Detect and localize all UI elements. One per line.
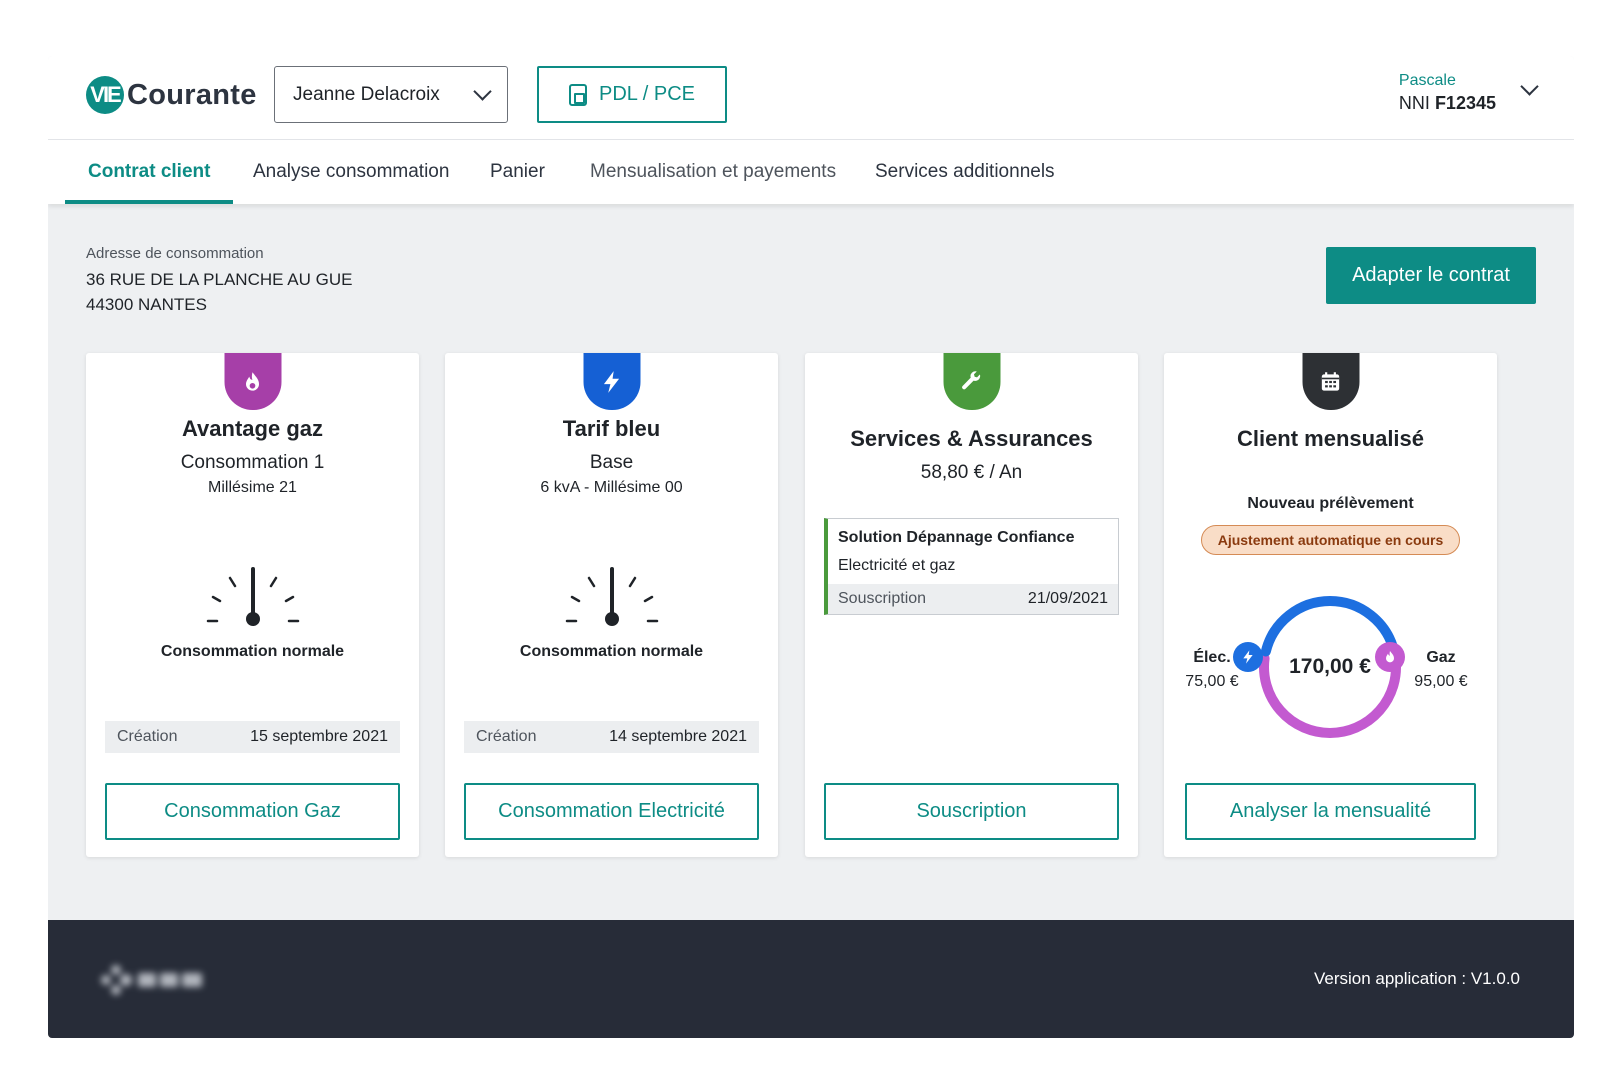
status-badge: Ajustement automatique en cours — [1201, 525, 1460, 555]
card-title: Avantage gaz — [181, 416, 323, 441]
card-title: Services & Assurances — [850, 426, 1093, 451]
souscription-button[interactable]: Souscription — [824, 783, 1119, 840]
brand-mark: VIE — [86, 76, 124, 114]
address-line1: 36 RUE DE LA PLANCHE AU GUE — [86, 270, 353, 289]
tab-analyse-consommation[interactable]: Analyse consommation — [230, 140, 472, 204]
consumption-gauge-icon — [206, 567, 299, 626]
meter-icon — [569, 83, 588, 106]
gauge-label: Consommation normale — [519, 643, 704, 660]
app-frame: VIE Courante Jeanne Delacroix PDL / PCE … — [48, 56, 1574, 1038]
service-item[interactable]: Solution Dépannage Confiance Electricité… — [824, 518, 1119, 615]
subscription-key: Souscription — [838, 590, 927, 607]
card-client-mensualise: Client mensualisé Nouveau prélèvement Aj… — [1164, 353, 1497, 857]
tab-mensualisation[interactable]: Mensualisation et payements — [567, 140, 859, 204]
tab-panier[interactable]: Panier — [467, 140, 568, 204]
gas-marker — [1375, 642, 1405, 672]
tab-label: Contrat client — [88, 161, 211, 182]
footer: Version application : V1.0.0 — [48, 920, 1574, 1038]
card-detail: 6 kvA - Millésime 00 — [540, 479, 683, 496]
pdl-pce-label: PDL / PCE — [599, 83, 695, 105]
legend-gas-value: 95,00 € — [1414, 673, 1468, 690]
card-title: Client mensualisé — [1236, 426, 1425, 451]
legend-elec: Élec. 75,00 € — [1184, 649, 1240, 691]
card-subtitle: Consommation 1 — [180, 452, 325, 473]
address-label: Adresse de consommation — [86, 245, 264, 262]
flame-icon — [1386, 651, 1394, 663]
user-info: Pascale NNI F12345 — [1399, 72, 1496, 114]
tab-label: Panier — [490, 161, 545, 182]
pdl-pce-button[interactable]: PDL / PCE — [537, 66, 727, 123]
legend-gas: Gaz 95,00 € — [1410, 649, 1472, 691]
consommation-gaz-button[interactable]: Consommation Gaz — [105, 783, 400, 840]
top-header: VIE Courante Jeanne Delacroix PDL / PCE … — [48, 56, 1574, 140]
nni-prefix: NNI — [1398, 93, 1430, 113]
services-price: 58,80 € / An — [920, 462, 1023, 483]
tab-services-additionnels[interactable]: Services additionnels — [852, 140, 1078, 204]
subscription-date: 21/09/2021 — [1027, 590, 1108, 607]
creation-key: Création — [476, 728, 537, 745]
nni-value: F12345 — [1434, 93, 1496, 113]
tab-label: Analyse consommation — [253, 161, 450, 182]
wrench-icon — [962, 370, 981, 389]
legend-gas-label: Gaz — [1426, 649, 1456, 666]
card-avantage-gaz: Avantage gaz Consommation 1 Millésime 21… — [86, 353, 419, 857]
tab-label: Mensualisation et payements — [590, 161, 837, 182]
user-menu-chevron[interactable] — [1520, 77, 1539, 96]
card-subtitle: Base — [589, 452, 634, 473]
gauge-label: Consommation normale — [160, 643, 345, 660]
user-nni: NNI F12345 — [1399, 93, 1496, 114]
card-services-assurances: Services & Assurances 58,80 € / An Solut… — [805, 353, 1138, 857]
lightning-icon — [603, 370, 620, 393]
chevron-down-icon — [473, 82, 492, 101]
creation-key: Création — [117, 728, 178, 745]
creation-row: Création 14 septembre 2021 — [464, 721, 759, 753]
app-version: Version application : V1.0.0 — [1313, 969, 1520, 988]
card-badge — [583, 353, 640, 410]
tab-label: Services additionnels — [875, 161, 1055, 182]
lightning-icon — [1243, 650, 1253, 664]
service-subscription-row: Souscription 21/09/2021 — [828, 584, 1118, 614]
consommation-electricite-button[interactable]: Consommation Electricité — [464, 783, 759, 840]
company-logo — [101, 965, 202, 995]
card-tarif-bleu: Tarif bleu Base 6 kvA - Millésime 00 Con… — [445, 353, 778, 857]
card-detail: Millésime 21 — [208, 479, 297, 496]
analyser-mensualite-button[interactable]: Analyser la mensualité — [1185, 783, 1476, 840]
tab-contrat-client[interactable]: Contrat client — [65, 140, 234, 204]
chevron-down-icon — [1520, 77, 1539, 96]
flame-icon — [246, 371, 259, 391]
client-select[interactable]: Jeanne Delacroix — [274, 66, 508, 123]
calendar-icon — [1321, 371, 1340, 391]
card-title: Tarif bleu — [562, 416, 661, 441]
user-name: Pascale — [1398, 72, 1456, 89]
consumption-address: Adresse de consommation 36 RUE DE LA PLA… — [86, 245, 352, 315]
service-description: Electricité et gaz — [838, 557, 956, 574]
creation-value: 14 septembre 2021 — [609, 728, 747, 745]
legend-elec-label: Élec. — [1193, 649, 1231, 666]
legend-elec-value: 75,00 € — [1185, 673, 1239, 690]
consumption-gauge-icon — [565, 567, 658, 626]
brand-name: Courante — [127, 78, 257, 111]
client-select-value: Jeanne Delacroix — [293, 83, 440, 105]
address-line2: 44300 NANTES — [86, 295, 207, 314]
creation-value: 15 septembre 2021 — [250, 728, 388, 745]
card-badge — [1302, 353, 1359, 410]
brand-logo[interactable]: VIE Courante — [86, 74, 257, 116]
service-title: Solution Dépannage Confiance — [838, 529, 1075, 546]
tab-bar: Contrat client Analyse consommation Pani… — [48, 140, 1574, 204]
creation-row: Création 15 septembre 2021 — [105, 721, 400, 753]
card-badge — [224, 353, 281, 410]
new-debit-label: Nouveau prélèvement — [1247, 495, 1414, 512]
adapt-contract-button[interactable]: Adapter le contrat — [1326, 247, 1536, 304]
card-badge — [943, 353, 1000, 410]
